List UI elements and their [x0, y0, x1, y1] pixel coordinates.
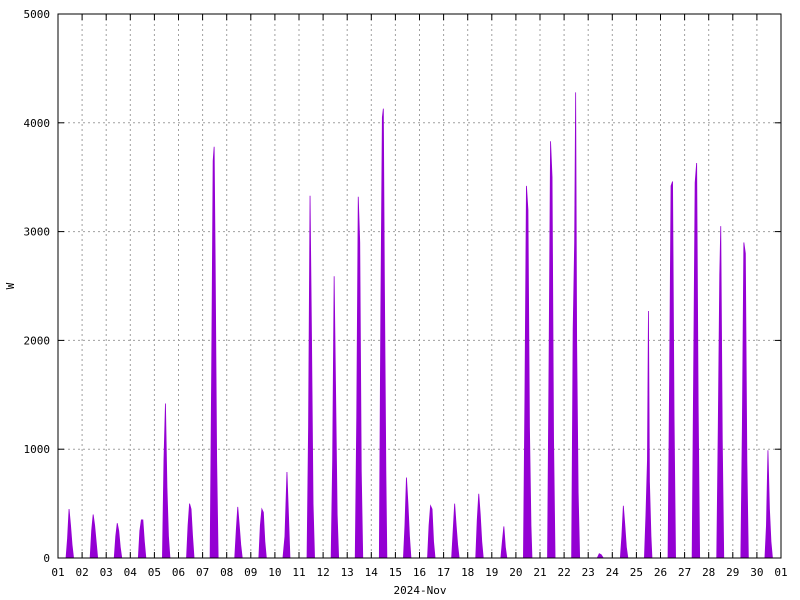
x-tick-label: 16	[413, 566, 426, 579]
y-tick-label: 1000	[24, 443, 51, 456]
x-tick-label: 13	[341, 566, 354, 579]
x-tick-label: 09	[244, 566, 257, 579]
x-tick-label: 21	[533, 566, 546, 579]
x-tick-label: 05	[148, 566, 161, 579]
day-power-profile	[89, 514, 99, 559]
day-power-profile	[209, 146, 219, 559]
day-power-profile	[475, 493, 484, 559]
day-power-profile	[137, 519, 147, 559]
x-tick-label: 30	[750, 566, 763, 579]
x-tick-label: 12	[316, 566, 329, 579]
day-power-profile	[691, 163, 701, 559]
x-tick-label: 01	[51, 566, 64, 579]
x-tick-label: 28	[702, 566, 715, 579]
day-power-profile	[451, 503, 460, 559]
x-tick-label: 07	[196, 566, 209, 579]
x-tick-label: 18	[461, 566, 474, 579]
x-tick-label: 17	[437, 566, 450, 579]
day-power-profile	[571, 92, 581, 559]
day-power-profile	[234, 506, 243, 559]
day-power-profile	[740, 242, 749, 559]
day-power-profile	[282, 472, 291, 559]
day-power-profile	[186, 503, 195, 559]
y-tick-label: 3000	[24, 226, 51, 239]
day-power-profile	[403, 477, 412, 559]
x-tick-label: 27	[678, 566, 691, 579]
day-power-profile	[378, 108, 388, 559]
day-power-profile	[306, 195, 315, 559]
x-tick-label: 14	[365, 566, 379, 579]
x-tick-label: 22	[557, 566, 570, 579]
x-tick-label: 08	[220, 566, 233, 579]
x-tick-label: 24	[606, 566, 620, 579]
day-power-profile	[65, 509, 75, 559]
day-power-profile	[716, 226, 725, 559]
x-tick-label: 10	[268, 566, 281, 579]
day-power-profile	[619, 505, 629, 559]
day-power-profile	[258, 507, 267, 559]
x-tick-label: 26	[654, 566, 667, 579]
x-tick-label: 23	[582, 566, 595, 579]
day-power-profile	[596, 553, 604, 559]
y-tick-label: 0	[43, 552, 50, 565]
x-tick-label: 15	[389, 566, 402, 579]
day-power-profile	[500, 526, 508, 559]
day-power-profile	[644, 311, 653, 559]
x-tick-label: 02	[75, 566, 88, 579]
day-power-profile	[523, 185, 533, 559]
x-tick-label: 25	[630, 566, 643, 579]
day-power-profile	[113, 523, 123, 559]
x-tick-label: 29	[726, 566, 739, 579]
x-tick-label: 11	[292, 566, 305, 579]
x-tick-label: 19	[485, 566, 498, 579]
power-chart: 0 1000 2000 3000 4000 5000 01 02 03 04 05 06 07 08 09…	[4, 8, 788, 597]
x-tick-label: 04	[124, 566, 138, 579]
y-tick-label: 5000	[24, 8, 51, 21]
x-tick-label: 03	[100, 566, 113, 579]
y-axis-ticks: 0 1000 2000 3000 4000 5000	[24, 8, 781, 565]
day-power-profile	[330, 276, 340, 559]
x-tick-label: 20	[509, 566, 522, 579]
day-power-profile	[427, 504, 436, 559]
x-tick-label: 06	[172, 566, 185, 579]
y-axis-label: W	[4, 282, 17, 289]
y-tick-label: 2000	[24, 334, 51, 347]
x-tick-label: 01	[774, 566, 787, 579]
day-power-profile	[547, 141, 556, 559]
day-power-profile	[162, 403, 171, 559]
x-axis-label: 2024-Nov	[394, 584, 447, 597]
day-power-profile	[667, 181, 676, 559]
day-power-profile	[764, 450, 773, 559]
y-tick-label: 4000	[24, 117, 51, 130]
day-power-profile	[354, 196, 364, 559]
